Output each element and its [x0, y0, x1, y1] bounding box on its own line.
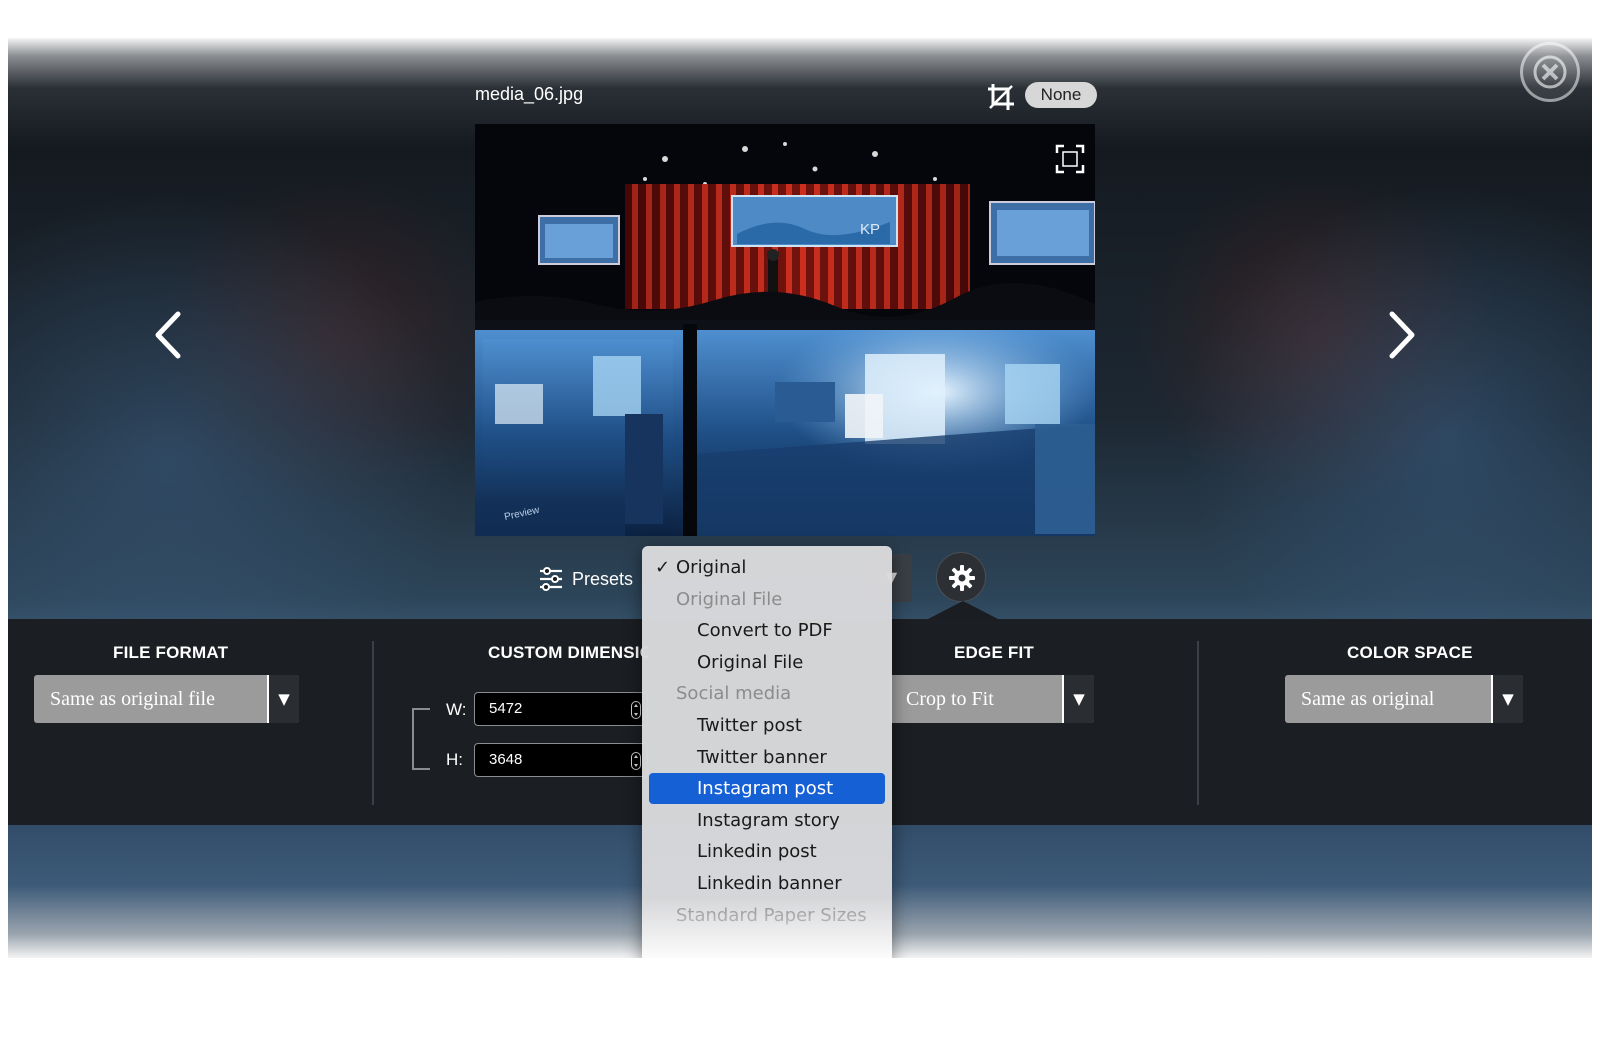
presets-label: Presets: [572, 568, 634, 589]
dropdown-item-label: Linkedin post: [697, 841, 817, 863]
height-label: H:: [446, 750, 463, 769]
preset-dropdown-menu[interactable]: ✓ Original Original File Convert to PDF Orig…: [642, 546, 892, 958]
height-stepper[interactable]: [631, 752, 641, 770]
file-name: media_06.jpg: [475, 84, 584, 104]
checkmark-icon: ✓: [655, 557, 671, 578]
crop-status-badge[interactable]: None: [1025, 82, 1097, 108]
close-icon: [1533, 55, 1567, 89]
dropdown-item-original-file[interactable]: Original File: [649, 647, 885, 678]
dropdown-item-label: Linkedin banner: [697, 873, 842, 894]
sliders-icon: [540, 567, 562, 591]
custom-dimensions-title: CUSTOM DIMENSIONS: [488, 643, 648, 662]
fullscreen-icon[interactable]: [1055, 144, 1085, 174]
file-format-value: Same as original file: [50, 688, 215, 710]
chevron-left-icon: [155, 311, 181, 359]
dropdown-item-label: Original File: [697, 651, 804, 673]
dropdown-item-label: Original: [676, 557, 747, 578]
section-divider: [1197, 641, 1199, 805]
previous-image-button[interactable]: [144, 300, 194, 370]
screen-logo: KP: [860, 221, 880, 238]
dropdown-item-linkedin-post[interactable]: Linkedin post: [649, 836, 885, 867]
dropdown-item-original[interactable]: ✓ Original: [649, 552, 885, 583]
color-space-title: COLOR SPACE: [1347, 643, 1473, 662]
dropdown-item-label: Instagram story: [697, 809, 840, 831]
aspect-link-bracket[interactable]: [412, 708, 430, 770]
dropdown-item-instagram-post[interactable]: Instagram post: [649, 773, 885, 805]
dropdown-group-social-media: Social media: [649, 678, 885, 709]
width-stepper[interactable]: [631, 701, 641, 719]
gear-icon: [949, 565, 975, 591]
height-input[interactable]: 3648: [474, 743, 648, 777]
preview-image: KP Preview: [475, 124, 1095, 536]
dropdown-item-label: Social media: [676, 683, 792, 705]
chevron-down-icon: ▼: [1073, 690, 1085, 708]
dropdown-item-linkedin-banner[interactable]: Linkedin banner: [649, 868, 885, 899]
file-format-title: FILE FORMAT: [113, 643, 229, 662]
dropdown-item-label: Twitter banner: [697, 746, 827, 768]
file-format-select[interactable]: Same as original file ▼: [34, 675, 299, 723]
chevron-right-icon: [1389, 311, 1415, 359]
dropdown-item-label: Standard Paper Sizes: [676, 904, 867, 926]
edge-fit-dropdown-arrow[interactable]: ▼: [1062, 675, 1094, 723]
color-space-select[interactable]: Same as original ▼: [1285, 675, 1523, 723]
dropdown-item-convert-to-pdf[interactable]: Convert to PDF: [649, 615, 885, 646]
media-viewer: media_06.jpg None KP Preview Presets FIL…: [8, 38, 1592, 958]
height-value: 3648: [489, 751, 523, 768]
width-input[interactable]: 5472: [474, 692, 648, 726]
crop-icon[interactable]: [986, 82, 1016, 112]
dropdown-group-standard-paper-sizes: Standard Paper Sizes: [649, 900, 885, 931]
dropdown-item-label: Instagram post: [697, 778, 834, 800]
settings-pointer: [928, 601, 998, 619]
dropdown-item-label: Original File: [676, 588, 783, 610]
dropdown-item-twitter-post[interactable]: Twitter post: [649, 710, 885, 741]
edge-fit-select[interactable]: Crop to Fit ▼: [890, 675, 1094, 723]
section-divider: [372, 641, 374, 805]
stage-photo: KP Preview: [475, 124, 1095, 536]
edge-fit-title: EDGE FIT: [954, 643, 1034, 662]
dropdown-item-twitter-banner[interactable]: Twitter banner: [649, 742, 885, 773]
edge-fit-value: Crop to Fit: [906, 688, 994, 710]
width-value: 5472: [489, 700, 523, 717]
width-label: W:: [446, 700, 467, 719]
color-space-value: Same as original: [1301, 688, 1435, 710]
dropdown-item-label: Twitter post: [697, 715, 802, 736]
close-button[interactable]: [1520, 42, 1580, 102]
presets-button[interactable]: Presets: [538, 562, 633, 596]
color-space-dropdown-arrow[interactable]: ▼: [1491, 675, 1523, 723]
settings-button[interactable]: [936, 552, 986, 602]
chevron-down-icon: ▼: [1502, 690, 1514, 708]
dropdown-group-original-file: Original File: [649, 584, 885, 615]
chevron-down-icon: ▼: [278, 690, 290, 708]
dropdown-item-instagram-story[interactable]: Instagram story: [649, 805, 885, 836]
next-image-button[interactable]: [1376, 300, 1426, 370]
file-format-dropdown-arrow[interactable]: ▼: [267, 675, 299, 723]
dropdown-item-label: Convert to PDF: [697, 620, 833, 642]
